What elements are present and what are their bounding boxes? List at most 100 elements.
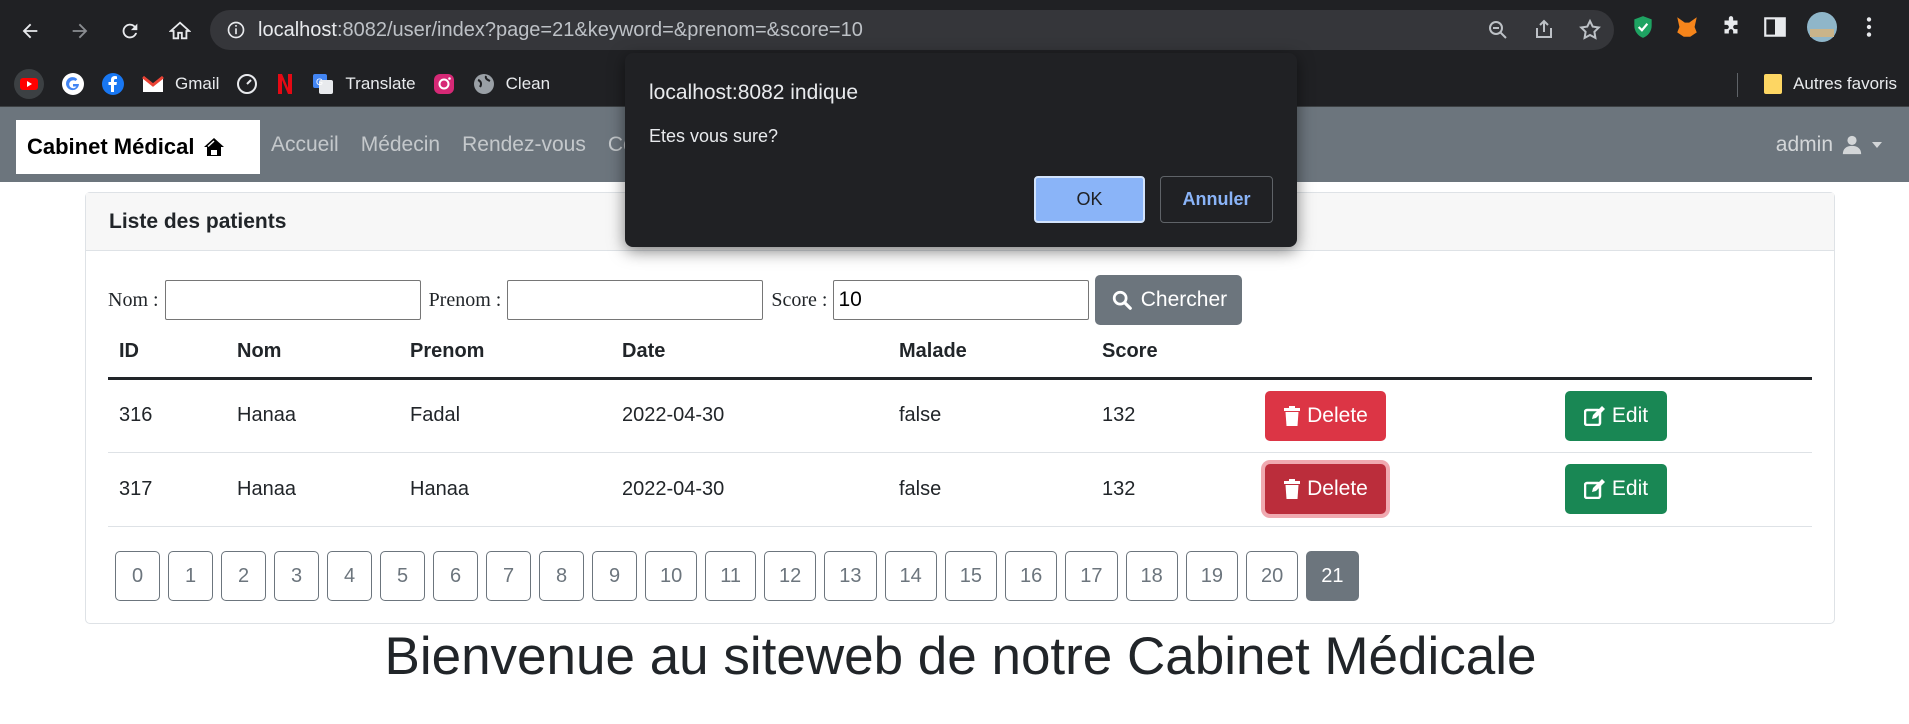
other-bookmarks-label: Autres favoris [1793, 74, 1897, 93]
page-link-13[interactable]: 13 [824, 551, 877, 601]
page-link-7[interactable]: 7 [486, 551, 531, 601]
dialog-ok-button[interactable]: OK [1034, 176, 1145, 223]
prenom-input[interactable] [507, 280, 764, 320]
bookmark-speed[interactable] [235, 72, 259, 96]
page-link-11[interactable]: 11 [705, 551, 757, 601]
youtube-icon [14, 68, 44, 99]
col-id: ID [108, 326, 226, 380]
table-header-row: ID Nom Prenom Date Malade Score [108, 326, 1812, 380]
page-link-8[interactable]: 8 [539, 551, 584, 601]
extensions-area [1630, 11, 1882, 43]
bookmark-separator [1737, 73, 1738, 97]
other-bookmarks[interactable]: Autres favoris [1763, 72, 1897, 96]
facebook-icon [102, 72, 124, 95]
page-link-12[interactable]: 12 [764, 551, 817, 601]
page-link-15[interactable]: 15 [944, 551, 998, 601]
page-link-1[interactable]: 1 [168, 551, 213, 601]
bookmark-netflix[interactable] [275, 72, 295, 96]
page-link-5[interactable]: 5 [380, 551, 425, 601]
puzzle-icon[interactable] [1718, 14, 1744, 40]
page-link-17[interactable]: 17 [1065, 551, 1118, 601]
reload-button[interactable] [110, 11, 150, 51]
bookmark-label: Translate [345, 73, 416, 93]
page-link-20[interactable]: 20 [1246, 551, 1299, 601]
cell-delete: Delete [1254, 452, 1554, 527]
search-form: Nom : Prenom : Score : Chercher [108, 275, 1243, 325]
pagination: 0 1 2 3 4 5 6 7 8 9 10 11 12 13 14 15 16… [115, 551, 1359, 601]
page-link-14[interactable]: 14 [884, 551, 937, 601]
delete-button[interactable]: Delete [1265, 390, 1386, 441]
bookmark-google[interactable] [61, 72, 85, 96]
translate-icon: G [313, 73, 334, 94]
delete-button[interactable]: Delete [1265, 464, 1386, 514]
edit-button-label: Edit [1611, 403, 1649, 427]
page-link-18[interactable]: 18 [1125, 551, 1178, 601]
edit-icon [1583, 405, 1605, 426]
house-icon [204, 138, 225, 156]
back-button[interactable] [10, 11, 50, 51]
page-link-current[interactable]: 21 [1306, 551, 1359, 601]
cell-malade: false [888, 378, 1091, 453]
edit-button[interactable]: Edit [1565, 464, 1667, 514]
patients-table: ID Nom Prenom Date Malade Score 316 Hana… [108, 326, 1812, 527]
page-link-0[interactable]: 0 [115, 551, 160, 601]
score-input[interactable] [833, 280, 1090, 320]
page-link-10[interactable]: 10 [645, 551, 698, 601]
bookmark-facebook[interactable] [101, 72, 125, 96]
bookmark-translate[interactable]: G Translate [311, 72, 416, 96]
bookmark-instagram[interactable] [432, 72, 456, 96]
bookmark-youtube[interactable] [13, 68, 45, 100]
search-button[interactable]: Chercher [1095, 275, 1243, 325]
share-icon[interactable] [1532, 18, 1556, 42]
nav-link-accueil[interactable]: Accueil [271, 133, 339, 157]
col-nom: Nom [226, 326, 399, 380]
brand[interactable]: Cabinet Médical [16, 120, 260, 174]
edit-button[interactable]: Edit [1565, 390, 1667, 441]
info-icon [227, 21, 245, 39]
zoom-icon[interactable] [1486, 18, 1510, 42]
cell-delete: Delete [1254, 378, 1554, 453]
page-link-4[interactable]: 4 [327, 551, 372, 601]
forward-arrow-icon [72, 23, 88, 38]
menu-dots-icon[interactable] [1856, 14, 1882, 40]
profile-avatar-icon[interactable] [1806, 11, 1838, 43]
url-host: localhost [258, 18, 337, 41]
star-icon[interactable] [1578, 18, 1602, 42]
edit-button-label: Edit [1611, 477, 1649, 500]
home-button[interactable] [160, 11, 200, 51]
nom-label: Nom : [108, 288, 159, 311]
shield-extension-icon[interactable] [1630, 14, 1656, 40]
table-row: 316 Hanaa Fadal 2022-04-30 false 132 Del… [108, 378, 1812, 453]
prenom-label: Prenom : [428, 288, 502, 311]
nom-input[interactable] [164, 280, 421, 320]
cell-id: 317 [108, 452, 226, 527]
nav-link-medecin[interactable]: Médecin [361, 133, 440, 157]
confirm-dialog: localhost:8082 indique Etes vous sure? O… [625, 53, 1297, 247]
bookmark-gmail[interactable]: Gmail [141, 74, 219, 94]
forward-button[interactable] [60, 11, 100, 51]
welcome-heading: Bienvenue au siteweb de notre Cabinet Mé… [384, 627, 1537, 686]
fox-extension-icon[interactable] [1674, 14, 1700, 40]
dialog-title: localhost:8082 indique [649, 81, 858, 104]
svg-text:G: G [316, 77, 323, 87]
page-link-19[interactable]: 19 [1185, 551, 1239, 601]
col-prenom: Prenom [399, 326, 611, 380]
nav-link-rendez-vous[interactable]: Rendez-vous [462, 133, 586, 157]
sidepanel-icon[interactable] [1762, 14, 1788, 40]
page-link-6[interactable]: 6 [433, 551, 478, 601]
user-name: admin [1775, 133, 1833, 156]
cell-nom: Hanaa [226, 452, 399, 527]
address-bar[interactable]: localhost:8082/user/index?page=21&keywor… [210, 10, 1614, 50]
page-link-3[interactable]: 3 [274, 551, 319, 601]
cell-malade: false [888, 452, 1091, 527]
page-link-9[interactable]: 9 [592, 551, 637, 601]
page-link-16[interactable]: 16 [1005, 551, 1058, 601]
dialog-cancel-button[interactable]: Annuler [1160, 176, 1273, 223]
page-link-2[interactable]: 2 [221, 551, 266, 601]
delete-button-label: Delete [1307, 477, 1368, 500]
search-icon [1112, 290, 1132, 310]
home-icon [169, 21, 191, 39]
user-menu[interactable]: admin [1776, 133, 1883, 157]
dialog-message: Etes vous sure? [649, 126, 779, 146]
bookmark-clean[interactable]: Clean [472, 72, 550, 96]
